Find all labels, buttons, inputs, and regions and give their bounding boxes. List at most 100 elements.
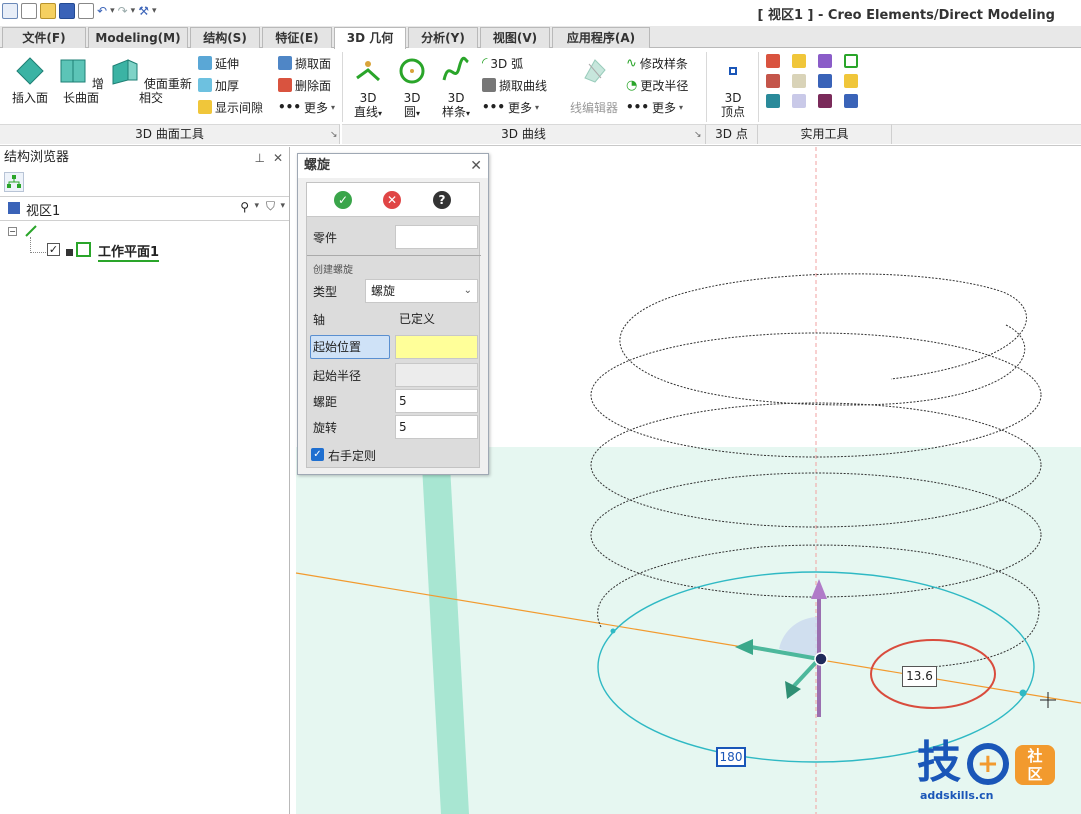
extend-button[interactable]: 延伸 [198, 53, 239, 73]
3d-line-icon [356, 61, 381, 82]
document-icon[interactable] [792, 74, 806, 88]
group-launcher-icon[interactable]: ↘ [330, 130, 338, 140]
measure-icon[interactable] [766, 54, 780, 68]
highlight-icon[interactable] [844, 74, 858, 88]
show-gap-icon [198, 100, 212, 114]
chevron-down-icon: ▾ [466, 109, 471, 118]
cancel-button[interactable]: ✕ [383, 191, 401, 209]
customize-toolbar-icon[interactable]: ▾ [152, 3, 157, 19]
right-hand-checkbox[interactable]: ✓ [311, 448, 324, 461]
change-radius-button[interactable]: ◔ 更改半径 [626, 75, 688, 95]
part-field[interactable] [395, 225, 478, 249]
selection-icon[interactable] [792, 94, 806, 108]
save-icon[interactable] [59, 3, 75, 19]
dialog-title: 螺旋 [304, 158, 331, 173]
turns-field[interactable]: 5 [395, 415, 478, 439]
modify-spline-button[interactable]: ∿ 修改样条 [626, 53, 688, 73]
close-icon[interactable]: ✕ [273, 147, 283, 169]
chevron-down-icon[interactable]: ▾ [280, 201, 285, 211]
tree-item-workplane[interactable]: 工作平面1 [98, 241, 160, 262]
tools-icon[interactable]: ⚒ [138, 3, 149, 19]
surface-more-button[interactable]: ••• 更多 ▾ [278, 97, 335, 117]
manipulator-center[interactable] [814, 652, 828, 666]
visibility-checkbox[interactable]: ✓ [47, 243, 60, 256]
axis-value[interactable]: 已定义 [395, 307, 478, 331]
pin-icon[interactable]: ⊥ [255, 147, 265, 169]
start-position-row: 起始位置 [307, 335, 481, 359]
gear-icon[interactable] [818, 94, 832, 108]
dialog-close-icon[interactable]: ✕ [470, 154, 482, 178]
undo-dropdown-icon[interactable]: ▾ [110, 3, 115, 19]
pick-curve-button[interactable]: 撷取曲线 [482, 75, 547, 95]
structure-browser-panel: 结构浏览器 ⊥ ✕ 视区1 ⚲ ▾ ⛉ ▾ − ✓ 工作平面1 [0, 147, 290, 814]
axis-icon[interactable] [766, 94, 780, 108]
surface-more-label: 更多 [304, 100, 329, 115]
workplane-icon[interactable] [844, 54, 858, 68]
3d-line-button[interactable]: 3D 直线▾ [348, 56, 388, 121]
tab-3d-geometry[interactable]: 3D 几何 [334, 27, 406, 49]
print-preview-icon[interactable] [78, 3, 94, 19]
3d-spline-button[interactable]: 3D 样条▾ [436, 56, 476, 121]
grid-icon[interactable] [844, 94, 858, 108]
tab-file[interactable]: 文件(F) [2, 27, 86, 48]
tab-structure[interactable]: 结构(S) [190, 27, 260, 48]
tree-collapse-icon[interactable]: − [8, 227, 17, 236]
grow-surface-button[interactable]: 增长曲面 [54, 56, 108, 105]
ribbon: 插入面 增长曲面 使面重新相交 延伸 加厚 显示间隙 撷取面 删除面 ••• 更… [0, 48, 1081, 146]
tab-view[interactable]: 视图(V) [480, 27, 550, 48]
transform-icon[interactable] [818, 74, 832, 88]
right-hand-label: 右手定则 [328, 449, 377, 463]
group-launcher-icon[interactable]: ↘ [694, 130, 702, 140]
workplane-owner-icon [66, 249, 73, 256]
pick-face-button[interactable]: 撷取面 [278, 53, 331, 73]
3d-vertex-button[interactable]: 3D 顶点 [712, 56, 754, 119]
tab-features[interactable]: 特征(E) [262, 27, 332, 48]
pitch-field[interactable]: 5 [395, 389, 478, 413]
browser-viewport-row[interactable]: 视区1 ⚲ ▾ ⛉ ▾ [0, 197, 289, 221]
start-position-field[interactable] [395, 335, 478, 359]
tab-applications[interactable]: 应用程序(A) [552, 27, 650, 48]
more-dots-icon: ••• [482, 100, 506, 114]
redo-dropdown-icon[interactable]: ▾ [131, 3, 136, 19]
3d-circle-button[interactable]: 3D 圆▾ [394, 56, 430, 121]
undo-icon[interactable]: ↶ [97, 3, 107, 19]
start-radius-field[interactable] [395, 363, 478, 387]
tab-modeling[interactable]: Modeling(M) [88, 27, 188, 48]
coordinate-icon[interactable] [818, 54, 832, 68]
tab-analysis[interactable]: 分析(Y) [408, 27, 478, 48]
browser-toolbar [0, 169, 289, 197]
insert-face-button[interactable]: 插入面 [8, 56, 52, 105]
start-position-button[interactable]: 起始位置 [310, 335, 390, 359]
wire-editor-icon [584, 59, 606, 83]
3d-arc-button[interactable]: ◜ 3D 弧 [482, 53, 523, 73]
change-radius-label: 更改半径 [640, 78, 689, 93]
curves-more-button[interactable]: ••• 更多 ▾ [482, 97, 539, 117]
start-radius-row: 起始半径 [307, 363, 481, 387]
start-radius-label: 起始半径 [313, 369, 362, 383]
help-button[interactable]: ? [433, 191, 451, 209]
binoculars-icon[interactable]: ⚲ [240, 200, 249, 214]
chevron-down-icon[interactable]: ▾ [254, 201, 259, 211]
3d-arc-label: 3D 弧 [490, 56, 524, 71]
start-point-handle[interactable] [1019, 689, 1027, 697]
tree-view-icon[interactable] [4, 172, 24, 192]
curves-more2-button[interactable]: ••• 更多 ▾ [626, 97, 683, 117]
new-file-icon[interactable] [21, 3, 37, 19]
flag-icon[interactable] [792, 54, 806, 68]
redo-icon[interactable]: ↷ [118, 3, 128, 19]
pick-curve-icon [482, 78, 496, 92]
pitch-row: 螺距 5 [307, 389, 481, 413]
angle-icon[interactable] [766, 74, 780, 88]
structure-tree: − ✓ 工作平面1 [0, 221, 289, 281]
reintersect-face-button[interactable]: 使面重新相交 [110, 56, 192, 105]
show-gap-button[interactable]: 显示间隙 [198, 97, 263, 117]
type-select[interactable]: 螺旋 ⌄ [365, 279, 478, 303]
delete-face-button[interactable]: 删除面 [278, 75, 331, 95]
open-folder-icon[interactable] [40, 3, 56, 19]
thicken-button[interactable]: 加厚 [198, 75, 239, 95]
wire-editor-button[interactable]: 线编辑器 [566, 56, 622, 115]
filter-icon[interactable]: ⛉ [266, 199, 275, 214]
ok-button[interactable]: ✓ [334, 191, 352, 209]
app-menu-icon[interactable] [2, 3, 18, 19]
reintersect-face-icon [112, 59, 138, 85]
